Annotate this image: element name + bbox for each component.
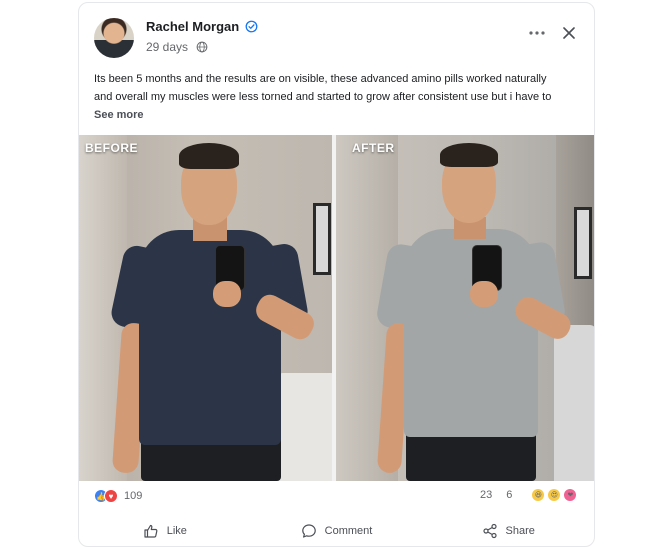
share-button[interactable]: Share (422, 515, 594, 546)
shirt (404, 229, 538, 437)
author-avatar[interactable] (94, 18, 134, 58)
hand (470, 281, 498, 307)
thumbs-up-icon (144, 524, 158, 538)
hair (179, 143, 239, 169)
post-actions: Like Comment Share (79, 515, 594, 546)
after-panel: AFTER (336, 135, 594, 481)
like-button[interactable]: Like (79, 515, 251, 546)
before-label: BEFORE (85, 141, 139, 155)
love-reaction-icon: ♥ (104, 489, 118, 503)
wall-picture (574, 207, 592, 279)
shirt (139, 230, 281, 445)
reaction-summary[interactable]: 👍 ♥ 109 (94, 489, 142, 503)
post-text-line: and overall my muscles were less torned … (94, 91, 552, 103)
after-label: AFTER (352, 141, 395, 155)
reaction-count: 109 (124, 490, 143, 502)
laugh-emoji-icon: 😆 (532, 489, 545, 501)
close-button[interactable] (557, 21, 581, 45)
engagement-counts: 23 6 😆 😍 ❤ (480, 489, 577, 501)
share-icon (482, 523, 497, 539)
verified-badge-icon (245, 20, 258, 33)
share-label: Share (505, 525, 535, 537)
post-body: Its been 5 months and the results are on… (94, 70, 584, 124)
comment-count[interactable]: 23 (480, 489, 492, 501)
post-time[interactable]: 29 days (146, 40, 188, 54)
hair (440, 143, 498, 167)
globe-icon (196, 41, 208, 53)
comment-button[interactable]: Comment (251, 515, 423, 546)
reaction-icons: 👍 ♥ (94, 489, 118, 503)
heart-emoji-icon: ❤ (564, 489, 577, 501)
hand (213, 281, 241, 307)
comment-label: Comment (324, 525, 373, 537)
post-meta: 29 days (146, 40, 208, 54)
bed (277, 373, 332, 481)
close-icon (563, 27, 575, 39)
author-name[interactable]: Rachel Morgan (146, 19, 239, 34)
see-more-link[interactable]: See more (94, 106, 584, 124)
more-horizontal-icon (529, 31, 545, 35)
bed (554, 325, 594, 481)
love-eyes-emoji-icon: 😍 (548, 489, 561, 501)
before-panel: BEFORE (79, 135, 332, 481)
post-text-line: Its been 5 months and the results are on… (94, 73, 547, 85)
wall-picture (313, 203, 331, 275)
more-options-button[interactable] (525, 21, 549, 45)
post-card: Rachel Morgan 29 days Its been 5 months … (78, 2, 595, 547)
share-count[interactable]: 6 (506, 489, 512, 501)
comment-icon (301, 524, 316, 538)
like-label: Like (166, 525, 187, 537)
emoji-reactions: 😆 😍 ❤ (532, 489, 577, 501)
author-row: Rachel Morgan (146, 19, 258, 34)
before-after-photo[interactable]: BEFORE AFTER (79, 135, 594, 481)
post-header: Rachel Morgan 29 days (79, 3, 594, 63)
post-stats: 👍 ♥ 109 23 6 😆 😍 ❤ (79, 485, 594, 509)
